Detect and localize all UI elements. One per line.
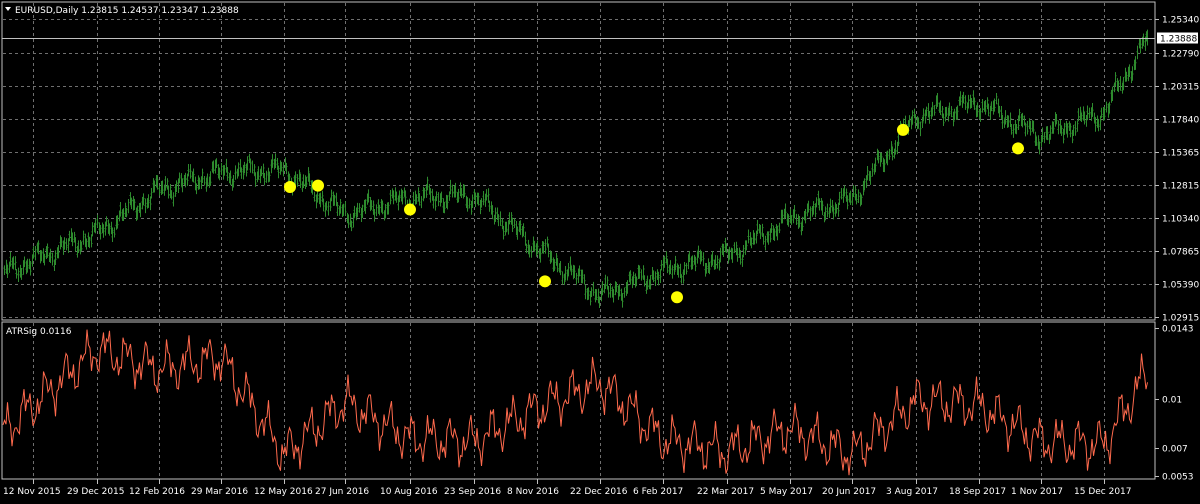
signal-dot bbox=[404, 203, 416, 216]
indicator-tick-label: 0.0143 bbox=[1162, 325, 1194, 335]
time-tick-label: 3 Aug 2017 bbox=[886, 487, 938, 497]
indicator-tick-label: 0.01 bbox=[1162, 396, 1182, 406]
symbol-header: EURUSD,Daily 1.23815 1.24537 1.23347 1.2… bbox=[15, 6, 239, 16]
signal-dot bbox=[539, 275, 551, 288]
time-tick-label: 29 Mar 2016 bbox=[191, 487, 248, 497]
time-tick-label: 6 Feb 2017 bbox=[633, 487, 683, 497]
current-price-text: 1.23888 bbox=[1160, 35, 1197, 45]
price-tick-label: 1.02915 bbox=[1162, 314, 1199, 324]
chart-header: EURUSD,Daily 1.23815 1.24537 1.23347 1.2… bbox=[5, 6, 239, 16]
price-tick-label: 1.20315 bbox=[1162, 83, 1199, 93]
signal-dot bbox=[312, 179, 324, 192]
signal-dot bbox=[671, 291, 683, 304]
time-tick-label: 15 Dec 2017 bbox=[1074, 487, 1132, 497]
price-tick-label: 1.17840 bbox=[1162, 116, 1199, 126]
price-tick-label: 1.22790 bbox=[1162, 50, 1199, 60]
time-tick-label: 29 Dec 2015 bbox=[67, 487, 125, 497]
time-tick-label: 12 Feb 2016 bbox=[129, 487, 185, 497]
price-tick-label: 1.07865 bbox=[1162, 248, 1199, 258]
trading-chart-window[interactable]: EURUSD,Daily 1.23815 1.24537 1.23347 1.2… bbox=[0, 0, 1200, 500]
time-tick-label: 12 May 2016 bbox=[254, 487, 313, 497]
time-tick-label: 1 Nov 2017 bbox=[1011, 487, 1063, 497]
signal-dot bbox=[1012, 142, 1024, 155]
indicator-tick-label: 0.0053 bbox=[1162, 473, 1194, 483]
time-tick-label: 12 Nov 2015 bbox=[3, 487, 61, 497]
price-tick-label: 1.15365 bbox=[1162, 149, 1199, 159]
time-tick-label: 18 Sep 2017 bbox=[949, 487, 1006, 497]
time-tick-label: 27 Jun 2016 bbox=[315, 487, 369, 497]
price-tick-label: 1.10340 bbox=[1162, 215, 1199, 225]
time-tick-label: 8 Nov 2016 bbox=[507, 487, 559, 497]
time-tick-label: 23 Sep 2016 bbox=[444, 487, 501, 497]
indicator-header: ATRSig 0.0116 bbox=[6, 327, 72, 337]
time-tick-label: 10 Aug 2016 bbox=[380, 487, 438, 497]
time-tick-label: 5 May 2017 bbox=[760, 487, 813, 497]
price-tick-label: 1.25340 bbox=[1162, 16, 1199, 26]
chart-canvas[interactable]: EURUSD,Daily 1.23815 1.24537 1.23347 1.2… bbox=[0, 0, 1200, 500]
signal-dot bbox=[897, 123, 909, 136]
indicator-tick-label: 0.007 bbox=[1162, 445, 1188, 455]
signal-dot bbox=[284, 180, 296, 193]
time-tick-label: 22 Dec 2016 bbox=[570, 487, 628, 497]
current-price-label: 1.23888 bbox=[1157, 32, 1198, 45]
price-tick-label: 1.05390 bbox=[1162, 281, 1199, 291]
time-tick-label: 20 Jun 2017 bbox=[822, 487, 876, 497]
time-tick-label: 22 Mar 2017 bbox=[697, 487, 754, 497]
price-tick-label: 1.12815 bbox=[1162, 182, 1199, 192]
